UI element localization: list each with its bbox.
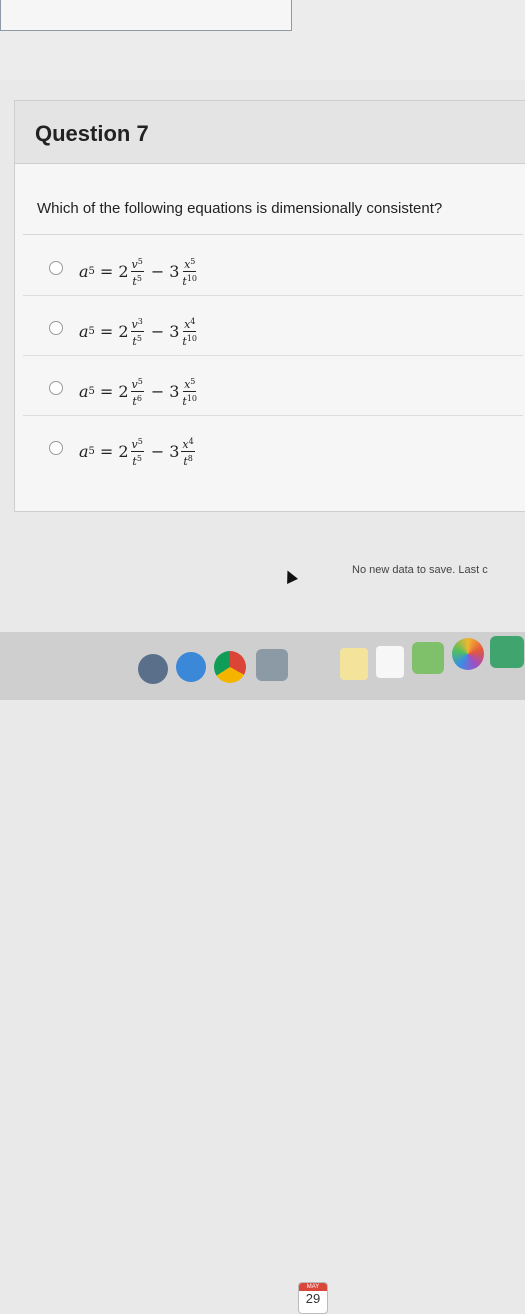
chrome-icon[interactable] (214, 651, 246, 683)
previous-answer-box[interactable] (0, 0, 292, 31)
eq-lhs: a (79, 261, 89, 281)
radio-button[interactable] (49, 321, 63, 335)
eq-minus: − (150, 261, 165, 281)
eq-coef-2: 3 (169, 381, 180, 401)
answer-option-1[interactable]: a5 = 2 v5 t5 − 3 x5 t10 (15, 246, 523, 296)
photos-icon[interactable] (256, 649, 288, 681)
eq-fraction-1: v5 t5 (130, 436, 144, 468)
eq-coef-2: 3 (169, 261, 180, 281)
equation: a5 = 2 v3 t5 − 3 x4 t10 (79, 316, 198, 348)
eq-fraction-2: x4 t10 (182, 316, 198, 348)
radio-button[interactable] (49, 381, 63, 395)
eq-lhs-exponent: 5 (88, 265, 95, 277)
eq-fraction-2: x5 t10 (182, 376, 198, 408)
equation: a5 = 2 v5 t5 − 3 x4 t8 (79, 436, 195, 468)
previous-question-area (0, 0, 525, 80)
safari-icon[interactable] (176, 652, 206, 682)
eq-coef-2: 3 (169, 441, 180, 461)
eq-coef-1: 2 (118, 381, 129, 401)
launchpad-icon[interactable] (138, 654, 168, 684)
eq-fraction-2: x4 t8 (181, 436, 195, 468)
question-text: Which of the following equations is dime… (37, 200, 443, 217)
reminders-icon[interactable] (376, 646, 404, 678)
eq-coef-2: 3 (169, 321, 180, 341)
answer-option-4[interactable]: a5 = 2 v5 t5 − 3 x4 t8 (15, 426, 515, 476)
eq-coef-1: 2 (118, 321, 129, 341)
save-status-text: No new data to save. Last c (352, 564, 488, 576)
eq-lhs-exponent: 5 (88, 325, 95, 337)
photos-app-icon[interactable] (452, 638, 484, 670)
eq-fraction-1: v5 t6 (130, 376, 144, 408)
notes-icon[interactable] (340, 648, 368, 680)
macos-dock: MAY 29 (0, 632, 525, 1314)
eq-lhs-exponent: 5 (88, 385, 95, 397)
messages-icon[interactable] (412, 642, 444, 674)
equation: a5 = 2 v5 t5 − 3 x5 t10 (79, 256, 198, 288)
question-header: Question 7 (15, 101, 525, 164)
eq-lhs-exponent: 5 (88, 445, 95, 457)
eq-coef-1: 2 (118, 441, 129, 461)
question-card: Question 7 Which of the following equati… (14, 100, 525, 512)
question-title: Question 7 (35, 121, 149, 146)
answer-option-2[interactable]: a5 = 2 v3 t5 − 3 x4 t10 (15, 306, 523, 356)
calendar-icon[interactable]: MAY 29 (298, 1282, 328, 1314)
mouse-cursor-icon (282, 568, 298, 584)
eq-coef-1: 2 (118, 261, 129, 281)
answer-option-3[interactable]: a5 = 2 v5 t6 − 3 x5 t10 (15, 366, 523, 416)
eq-fraction-1: v5 t5 (130, 256, 144, 288)
divider (23, 234, 523, 235)
eq-minus: − (150, 441, 165, 461)
eq-lhs: a (79, 441, 89, 461)
eq-lhs: a (79, 381, 89, 401)
eq-minus: − (150, 321, 165, 341)
radio-button[interactable] (49, 441, 63, 455)
eq-minus: − (150, 381, 165, 401)
eq-lhs: a (79, 321, 89, 341)
eq-fraction-1: v3 t5 (130, 316, 144, 348)
radio-button[interactable] (49, 261, 63, 275)
eq-fraction-2: x5 t10 (182, 256, 198, 288)
equation: a5 = 2 v5 t6 − 3 x5 t10 (79, 376, 198, 408)
facetime-icon[interactable] (490, 636, 524, 668)
